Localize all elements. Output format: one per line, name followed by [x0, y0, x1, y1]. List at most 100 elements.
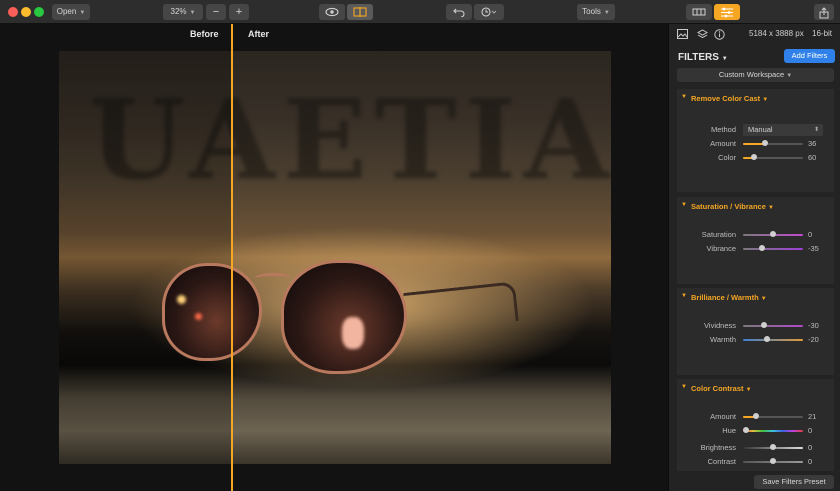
light-reflection [195, 313, 202, 320]
slider-value: -30 [808, 321, 819, 330]
slider-row-vividness: Vividness -30 [677, 320, 834, 332]
open-label: Open [56, 7, 77, 16]
chevron-down-icon: ▼ [762, 97, 769, 103]
slider-label: Saturation [701, 230, 736, 239]
slider-value: -35 [808, 244, 819, 253]
share-button[interactable] [814, 4, 834, 20]
slider-label: Color [718, 153, 736, 162]
filters-panel-button[interactable] [714, 4, 740, 20]
chevron-down-icon: ▼ [786, 73, 793, 79]
disclosure-triangle-icon: ▼ [681, 202, 687, 208]
window-close-button[interactable] [8, 7, 18, 17]
chevron-down-icon: ▼ [721, 56, 728, 62]
presets-panel-button[interactable] [686, 4, 712, 20]
slider-knob[interactable] [752, 413, 759, 419]
disclosure-triangle-icon: ▼ [681, 94, 687, 100]
photo-preview: UAETIAI [59, 51, 611, 464]
image-canvas[interactable]: Before After UAETIAI [0, 24, 668, 491]
compare-split-button[interactable] [347, 4, 373, 20]
history-button[interactable] [474, 4, 504, 20]
slider-knob[interactable] [770, 231, 776, 237]
saturation-slider[interactable] [743, 231, 803, 237]
filter-title-text: Color Contrast [691, 384, 744, 393]
contrast-slider[interactable] [743, 458, 803, 464]
color-slider[interactable] [743, 154, 803, 160]
disclosure-triangle-icon: ▼ [681, 293, 687, 299]
filter-header[interactable]: ▼ Saturation / Vibrance ▼ [677, 197, 834, 215]
eye-icon [325, 7, 339, 17]
bit-depth: 16-bit [812, 29, 833, 38]
workspace-select[interactable]: Custom Workspace ▼ [677, 68, 834, 82]
tools-label: Tools [582, 7, 601, 16]
slider-row-hue: Hue 0 [677, 425, 834, 437]
before-side-shade [59, 51, 232, 464]
amount-slider[interactable] [743, 413, 803, 419]
preview-eye-button[interactable] [319, 4, 345, 20]
presets-icon [692, 8, 706, 16]
filter-header[interactable]: ▼ Brilliance / Warmth ▼ [677, 288, 834, 306]
warmth-slider[interactable] [743, 336, 803, 342]
filter-header[interactable]: ▼ Remove Color Cast ▼ [677, 89, 834, 107]
chevron-down-icon: ▼ [189, 10, 196, 16]
slider-knob[interactable] [759, 245, 766, 251]
window-minimize-button[interactable] [21, 7, 31, 17]
filter-saturation-vibrance: ▼ Saturation / Vibrance ▼ Saturation 0 V… [677, 197, 834, 284]
slider-knob[interactable] [761, 322, 767, 328]
hue-slider[interactable] [743, 427, 803, 433]
slider-label: Amount [710, 139, 736, 148]
slider-value: 36 [808, 139, 817, 148]
slider-knob[interactable] [770, 458, 776, 464]
slider-row-brightness: Brightness 0 [677, 442, 834, 454]
slider-knob[interactable] [750, 154, 757, 160]
image-dimensions: 5184 x 3888 px [749, 29, 804, 38]
chevron-down-icon: ▼ [603, 10, 610, 16]
zoom-in-button[interactable]: + [229, 4, 249, 20]
slider-knob[interactable] [764, 336, 770, 342]
chevron-down-icon: ▼ [760, 296, 767, 302]
tools-menu-button[interactable]: Tools ▼ [577, 4, 615, 20]
undo-button[interactable] [446, 4, 472, 20]
toolbar: Open ▼ 32% ▼ − + Tools ▼ [0, 0, 840, 24]
slider-row-saturation: Saturation 0 [677, 229, 834, 241]
chevron-down-icon: ▼ [767, 205, 774, 211]
save-filters-preset-button[interactable]: Save Filters Preset [754, 475, 834, 489]
info-icon[interactable] [714, 29, 725, 40]
slider-knob[interactable] [770, 444, 776, 450]
open-button[interactable]: Open ▼ [52, 4, 90, 20]
slider-value: 21 [808, 412, 817, 421]
slider-label: Warmth [710, 335, 736, 344]
slider-knob[interactable] [743, 427, 749, 433]
after-label: After [248, 29, 270, 39]
method-select[interactable]: Manual ⬍ [743, 124, 823, 136]
filter-header[interactable]: ▼ Color Contrast ▼ [677, 379, 834, 397]
method-label: Method [710, 125, 736, 134]
chevron-down-icon: ▼ [79, 10, 86, 16]
slider-value: 0 [808, 457, 813, 466]
slider-row-contrast: Contrast 0 [677, 456, 834, 468]
slider-label: Amount [710, 412, 736, 421]
undo-icon [453, 8, 465, 17]
amount-slider[interactable] [743, 140, 803, 146]
before-after-divider-handle[interactable] [231, 24, 233, 491]
filter-title-text: Remove Color Cast [691, 94, 761, 103]
filter-title: Brilliance / Warmth ▼ [691, 293, 767, 302]
filters-title[interactable]: FILTERS ▼ [678, 52, 728, 63]
slider-value: -20 [808, 335, 819, 344]
sunglasses-right-lens [281, 260, 407, 374]
layers-icon[interactable] [696, 29, 709, 40]
light-reflection [342, 317, 364, 349]
slider-knob[interactable] [761, 140, 768, 146]
clock-icon [481, 7, 497, 17]
panel-header: 5184 x 3888 px 16-bit [669, 24, 840, 44]
sunglasses-left-lens [162, 263, 262, 361]
window-zoom-button[interactable] [34, 7, 44, 17]
image-info-icon[interactable] [677, 29, 688, 40]
zoom-select[interactable]: 32% ▼ [163, 4, 203, 20]
vibrance-slider[interactable] [743, 245, 803, 251]
share-icon [819, 7, 829, 19]
brightness-slider[interactable] [743, 444, 803, 450]
zoom-out-button[interactable]: − [206, 4, 226, 20]
add-filters-button[interactable]: Add Filters [784, 49, 835, 63]
vividness-slider[interactable] [743, 322, 803, 328]
slider-label: Hue [722, 426, 736, 435]
